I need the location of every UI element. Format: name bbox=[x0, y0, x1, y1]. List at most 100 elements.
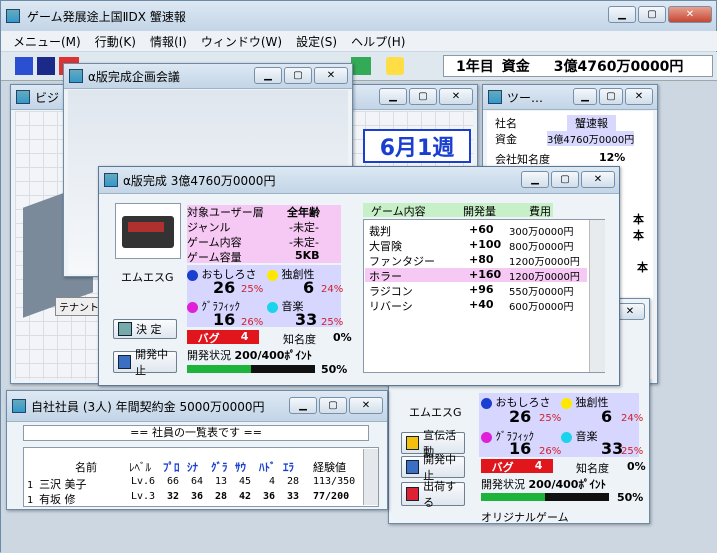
minimize-button[interactable]: ▁ bbox=[608, 6, 636, 23]
snd-value: 33 bbox=[295, 310, 318, 329]
calendar-date: 6月1週 bbox=[379, 136, 455, 161]
orig-value: 6 bbox=[303, 278, 315, 297]
list-item-name: ファンタジー bbox=[369, 255, 435, 268]
row-stat: 28 bbox=[287, 476, 300, 487]
menu-item[interactable]: メニュー(M) bbox=[13, 33, 81, 50]
staff-icon bbox=[12, 399, 26, 413]
dev-fame-label: 知名度 bbox=[576, 462, 609, 475]
info-label: 社名 bbox=[495, 117, 517, 130]
toolbar-icon[interactable] bbox=[37, 57, 55, 75]
promo-icon bbox=[406, 436, 420, 450]
dev-progress-bar bbox=[481, 493, 609, 501]
dev-fun-pct: 25% bbox=[539, 413, 562, 424]
cancel-dev-button[interactable]: 開発中止 bbox=[113, 348, 177, 377]
gfx-value: 16 bbox=[213, 310, 236, 329]
dev-cancel-button[interactable]: 開発中止 bbox=[401, 453, 465, 482]
minimize-button[interactable]: ▁ bbox=[289, 397, 317, 414]
staff-titlebar[interactable]: 自社社員 (3人) 年間契約金 5000万0000円 ▁ ▢ ✕ bbox=[7, 391, 387, 422]
menu-item[interactable]: ウィンドウ(W) bbox=[201, 33, 282, 50]
list-item-name: ホラー bbox=[369, 270, 402, 283]
list-item[interactable]: 裁判 +60 300万0000円 bbox=[365, 223, 587, 238]
minimize-button[interactable]: ▁ bbox=[254, 67, 282, 84]
alpha-titlebar[interactable]: α版完成 3億4760万0000円 ▁ ▢ ✕ bbox=[99, 167, 619, 194]
row-stat: 42 bbox=[239, 491, 252, 502]
console-image bbox=[115, 203, 181, 259]
menu-item[interactable]: 行動(K) bbox=[95, 33, 136, 50]
list-item-cost: 300万0000円 bbox=[509, 227, 574, 238]
maximize-button[interactable]: ▢ bbox=[319, 397, 347, 414]
dev-bug-badge: バグ 4 bbox=[481, 459, 553, 474]
close-button[interactable]: ✕ bbox=[314, 67, 348, 84]
maximize-button[interactable]: ▢ bbox=[551, 171, 579, 188]
progress-label: 開発状況 200/400ﾎﾟｲﾝﾄ bbox=[187, 349, 312, 362]
list-item[interactable]: ファンタジー +80 1200万0000円 bbox=[365, 253, 587, 268]
maximize-button[interactable]: ▢ bbox=[599, 88, 623, 105]
fame-label: 知名度 bbox=[283, 333, 316, 346]
list-item[interactable]: 大冒険 +100 800万0000円 bbox=[365, 238, 587, 253]
spec-label: 対象ユーザー層 bbox=[187, 206, 264, 219]
menu-item[interactable]: ヘルプ(H) bbox=[351, 33, 405, 50]
close-button[interactable]: ✕ bbox=[668, 6, 712, 23]
info-titlebar[interactable]: ツー… ▁ ▢ ✕ bbox=[483, 85, 657, 110]
row-stat: 13 bbox=[215, 476, 228, 487]
genre-label: オリジナルゲーム bbox=[481, 511, 569, 524]
dev-progress-pct: 50% bbox=[617, 491, 644, 504]
content-list-scrollbar[interactable] bbox=[589, 220, 605, 372]
toolbar-icon[interactable] bbox=[386, 57, 404, 75]
maximize-button[interactable]: ▢ bbox=[638, 6, 666, 23]
list-item[interactable]: ホラー +160 1200万0000円 bbox=[365, 268, 587, 283]
col-header: ｸﾞﾗ bbox=[211, 461, 228, 474]
minimize-button[interactable]: ▁ bbox=[573, 88, 597, 105]
list-item[interactable]: ラジコン +96 550万0000円 bbox=[365, 283, 587, 298]
list-item-name: ラジコン bbox=[369, 285, 413, 298]
close-button[interactable]: ✕ bbox=[625, 88, 653, 105]
ship-button[interactable]: 出荷する bbox=[401, 480, 465, 509]
spec-value: -未定- bbox=[289, 221, 319, 234]
info-icon bbox=[488, 90, 502, 104]
orig-dot bbox=[267, 269, 278, 281]
list-item-name: リバーシ bbox=[369, 300, 413, 313]
dev-orig-value: 6 bbox=[601, 407, 613, 426]
col-header: ﾚﾍﾞﾙ bbox=[129, 461, 151, 474]
list-item-cost: 550万0000円 bbox=[509, 287, 574, 298]
close-button[interactable]: ✕ bbox=[581, 171, 615, 188]
info-label: 会社知名度 bbox=[495, 153, 550, 166]
list-item-cost: 1200万0000円 bbox=[509, 272, 580, 283]
bug-value: 4 bbox=[240, 330, 249, 343]
cancel-label: 開発中止 bbox=[135, 348, 169, 377]
row-stat: 45 bbox=[239, 476, 252, 487]
table-row[interactable]: 1 有坂 修 bbox=[27, 491, 76, 507]
maximize-button[interactable]: ▢ bbox=[409, 88, 437, 105]
menu-item[interactable]: 情報(I) bbox=[150, 33, 187, 50]
alpha-title: α版完成 3億4760万0000円 bbox=[123, 173, 276, 188]
close-button[interactable]: ✕ bbox=[439, 88, 473, 105]
minimize-button[interactable]: ▁ bbox=[379, 88, 407, 105]
meeting-icon bbox=[69, 69, 83, 83]
toolbar-icon[interactable] bbox=[351, 57, 371, 75]
dev-gfx-pct: 26% bbox=[539, 446, 562, 457]
office-title: ビジ bbox=[35, 90, 60, 105]
info-value: 12% bbox=[599, 151, 626, 164]
table-row[interactable]: 1 三沢 美子 bbox=[27, 476, 87, 492]
list-item-name: 大冒険 bbox=[369, 240, 402, 253]
list-item[interactable]: リバーシ +40 600万0000円 bbox=[365, 298, 587, 313]
main-titlebar[interactable]: ゲーム発展途上国ⅡDX 蟹速報 ▁ ▢ ✕ bbox=[1, 1, 716, 32]
minimize-button[interactable]: ▁ bbox=[521, 171, 549, 188]
staff-scrollbar[interactable] bbox=[363, 449, 378, 505]
staff-banner: == 社員の一覧表です == bbox=[23, 425, 369, 441]
dev-progress-fill bbox=[481, 493, 545, 501]
spec-value: -未定- bbox=[289, 236, 319, 249]
fun-dot bbox=[187, 269, 198, 281]
close-button[interactable]: ✕ bbox=[349, 397, 383, 414]
decide-button[interactable]: 決 定 bbox=[113, 319, 177, 339]
meeting-titlebar[interactable]: α版完成企画会議 ▁ ▢ ✕ bbox=[64, 64, 352, 89]
toolbar-icon[interactable] bbox=[15, 57, 33, 75]
row-stat: 33 bbox=[287, 491, 300, 502]
gfx-pct: 26% bbox=[241, 317, 264, 328]
menu-item[interactable]: 設定(S) bbox=[296, 33, 337, 50]
spec-label: ゲーム内容 bbox=[187, 236, 242, 249]
maximize-button[interactable]: ▢ bbox=[284, 67, 312, 84]
list-item-amount: +160 bbox=[469, 268, 502, 281]
row-level: Lv.3 bbox=[131, 491, 156, 502]
row-exp: 113/350 bbox=[313, 476, 356, 487]
